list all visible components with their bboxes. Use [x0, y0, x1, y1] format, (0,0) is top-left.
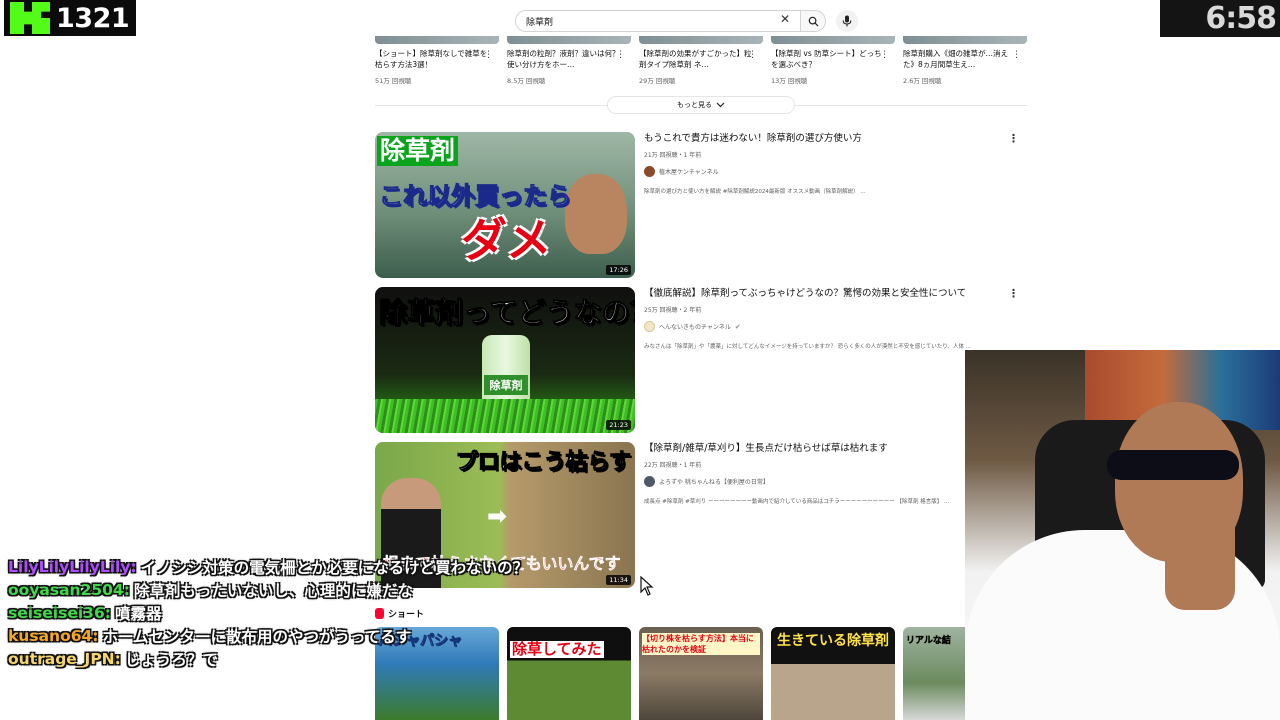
- grass-graphic: [375, 399, 635, 433]
- video-thumbnail[interactable]: [507, 36, 631, 44]
- chevron-down-icon: [716, 102, 725, 108]
- show-more-button[interactable]: もっと見る: [607, 96, 795, 114]
- video-description: みなさんは「除草剤」や「農薬」に対してどんなイメージを持っていますか？ 恐らく多…: [644, 344, 971, 350]
- show-more-label: もっと見る: [677, 101, 712, 109]
- video-thumbnail[interactable]: [771, 36, 895, 44]
- video-title[interactable]: 【除草剤の効果がすごかった】粒剤タイプ除草剤 ネ…: [639, 48, 763, 70]
- channel-name[interactable]: よろずや 桃ちゃんねる【便利屋の日常】: [659, 477, 769, 486]
- video-result[interactable]: 除草剤ってどうなの？ 除草剤 21:23 【徹底解説】除草剤ってぶっちゃけどうな…: [375, 287, 1027, 433]
- video-title[interactable]: 【徹底解説】除草剤ってぶっちゃけどうなの？驚愕の効果と安全性について: [644, 288, 1014, 300]
- webcam-hand: [1165, 500, 1235, 610]
- chat-username: outrage_JPN:: [8, 649, 121, 668]
- arrow-right-icon: ➡: [487, 502, 508, 530]
- thumbnail-text: プロはこう枯らす: [455, 450, 632, 476]
- video-thumbnail[interactable]: [639, 36, 763, 44]
- mic-icon: [842, 15, 852, 27]
- video-result[interactable]: 除草剤 これ以外買ったら ダメ 17:26 もうこれで貴方は迷わない！除草剤の選…: [375, 132, 1027, 278]
- more-vert-icon[interactable]: ⋮: [1008, 132, 1019, 145]
- kick-logo-icon: [4, 0, 48, 36]
- duration-badge: 17:26: [606, 265, 631, 275]
- video-title[interactable]: 【除草剤/雑草/草刈り】生長点だけ枯らせば草は枯れます: [644, 443, 1014, 455]
- video-thumbnail[interactable]: 除草剤ってどうなの？ 除草剤 21:23: [375, 287, 635, 433]
- chat-message: ooyasan2504: 除草剤もったいないし、心理的に嫌だな: [8, 578, 528, 601]
- duration-badge: 21:23: [606, 420, 631, 430]
- video-thumbnail[interactable]: [375, 36, 499, 44]
- video-card[interactable]: 除草剤購入《畑の雑草が…消えた》8ヵ月間草生え… 2.6万 回視聴 ⋮: [903, 36, 1027, 85]
- chat-text: イノシシ対策の電気柵とか必要になるけど買わないの？: [140, 558, 529, 577]
- more-vert-icon[interactable]: ⋮: [484, 50, 493, 60]
- more-vert-icon[interactable]: ⋮: [616, 50, 625, 60]
- view-count: 13万 回視聴: [771, 77, 808, 85]
- chat-message: seiseisei36: 噴霧器: [8, 601, 528, 624]
- more-vert-icon[interactable]: ⋮: [748, 50, 757, 60]
- view-count: 51万 回視聴: [375, 77, 412, 85]
- video-description: 成長点 #除草剤 #草刈り ーーーーーーーー動画内で紹介している商品はコチラーー…: [644, 499, 950, 505]
- short-thumbnail-text: 【切り株を枯らす方法】本当に枯れたのかを検証: [642, 633, 760, 655]
- webcam-feed: [965, 350, 1280, 720]
- video-description: 除草剤の選び方と使い方を解説 #除草剤解説2024最新版 オススメ動画（除草剤解…: [644, 189, 866, 195]
- more-vert-icon[interactable]: ⋮: [1012, 50, 1021, 60]
- viewer-count: 1321: [56, 2, 130, 34]
- chat-username: LilyLilyLilyLily:: [8, 557, 137, 576]
- chat-message: LilyLilyLilyLily: イノシシ対策の電気柵とか必要になるけど買わな…: [8, 555, 528, 578]
- chat-text: 噴霧器: [114, 604, 162, 623]
- verified-icon: ✔: [734, 322, 741, 331]
- channel-name[interactable]: 植木屋ケンチャンネル: [659, 167, 719, 176]
- mouse-cursor-icon: [640, 576, 654, 596]
- video-title[interactable]: 【ショート】除草剤なしで雑草を枯らす方法3選！: [375, 48, 499, 70]
- video-card[interactable]: 【除草剤 vs 防草シート】どっちを選ぶべき？ 13万 回視聴 ⋮: [771, 36, 895, 85]
- short-thumbnail-text: リアルな結: [906, 636, 951, 646]
- channel-avatar[interactable]: [644, 166, 655, 177]
- video-card[interactable]: 除草剤の粒剤？液剤？違いは何？使い分け方をホー… 8.5万 回視聴 ⋮: [507, 36, 631, 85]
- more-vert-icon[interactable]: ⋮: [1008, 287, 1019, 300]
- video-card[interactable]: 【除草剤の効果がすごかった】粒剤タイプ除草剤 ネ… 29万 回視聴 ⋮: [639, 36, 763, 85]
- video-card[interactable]: 【ショート】除草剤なしで雑草を枯らす方法3選！ 51万 回視聴 ⋮: [375, 36, 499, 85]
- short-card[interactable]: 【切り株を枯らす方法】本当に枯れたのかを検証: [639, 627, 763, 720]
- search-button[interactable]: [800, 10, 826, 32]
- channel-avatar[interactable]: [644, 476, 655, 487]
- view-count: 29万 回視聴: [639, 77, 676, 85]
- video-title[interactable]: 【除草剤 vs 防草シート】どっちを選ぶべき？: [771, 48, 895, 70]
- chat-text: 除草剤もったいないし、心理的に嫌だな: [133, 581, 413, 600]
- chat-message: kusano64: ホームセンターに散布用のやつがうってるす: [8, 624, 528, 647]
- thumbnail-text: 除草剤ってどうなの？: [379, 296, 635, 330]
- chat-text: ホームセンターに散布用のやつがうってるす: [102, 627, 412, 646]
- search-icon: [808, 16, 819, 27]
- short-card[interactable]: リアルな結: [903, 627, 973, 720]
- thumbnail-text: 除草剤: [377, 136, 459, 166]
- chat-username: kusano64:: [8, 626, 99, 645]
- thumbnail-text: 除草剤: [484, 375, 528, 395]
- video-title[interactable]: もうこれで貴方は迷わない！除草剤の選び方使い方: [644, 133, 1014, 145]
- chat-text: じょうろ？で: [124, 650, 218, 669]
- video-meta: 21万 回視聴・1 年前: [644, 152, 702, 159]
- sunglasses: [1107, 450, 1239, 480]
- short-card[interactable]: 生きている除草剤: [771, 627, 895, 720]
- mic-button[interactable]: [836, 10, 858, 32]
- video-thumbnail[interactable]: 除草剤 これ以外買ったら ダメ 17:26: [375, 132, 635, 278]
- video-title[interactable]: 除草剤の粒剤？液剤？違いは何？使い分け方をホー…: [507, 48, 631, 70]
- duration-badge: 11:34: [606, 575, 631, 585]
- thumbnail-face: [565, 174, 627, 254]
- view-count: 8.5万 回視聴: [507, 77, 546, 85]
- video-thumbnail[interactable]: [903, 36, 1027, 44]
- more-vert-icon[interactable]: ⋮: [880, 50, 889, 60]
- chat-overlay: LilyLilyLilyLily: イノシシ対策の電気柵とか必要になるけど買わな…: [8, 555, 528, 670]
- thumbnail-text: ダメ: [461, 213, 552, 267]
- chat-username: ooyasan2504:: [8, 580, 130, 599]
- video-meta: 22万 回視聴・1 年前: [644, 462, 702, 469]
- thumbnail-text: これ以外買ったら: [379, 182, 572, 211]
- channel-avatar[interactable]: [644, 321, 655, 332]
- search-input[interactable]: 除草剤: [515, 10, 801, 32]
- chat-message: outrage_JPN: じょうろ？で: [8, 647, 528, 670]
- view-count: 2.6万 回視聴: [903, 77, 942, 85]
- viewer-count-badge: 1321: [4, 0, 136, 36]
- short-thumbnail-text: 生きている除草剤: [777, 633, 889, 649]
- video-title[interactable]: 除草剤購入《畑の雑草が…消えた》8ヵ月間草生え…: [903, 48, 1027, 70]
- video-meta: 25万 回視聴・2 年前: [644, 307, 702, 314]
- close-icon[interactable]: ✕: [780, 12, 790, 26]
- chat-username: seiseisei36:: [8, 603, 111, 622]
- channel-name[interactable]: へんないきものチャンネル: [659, 322, 731, 331]
- stream-timer: 6:58: [1160, 0, 1280, 37]
